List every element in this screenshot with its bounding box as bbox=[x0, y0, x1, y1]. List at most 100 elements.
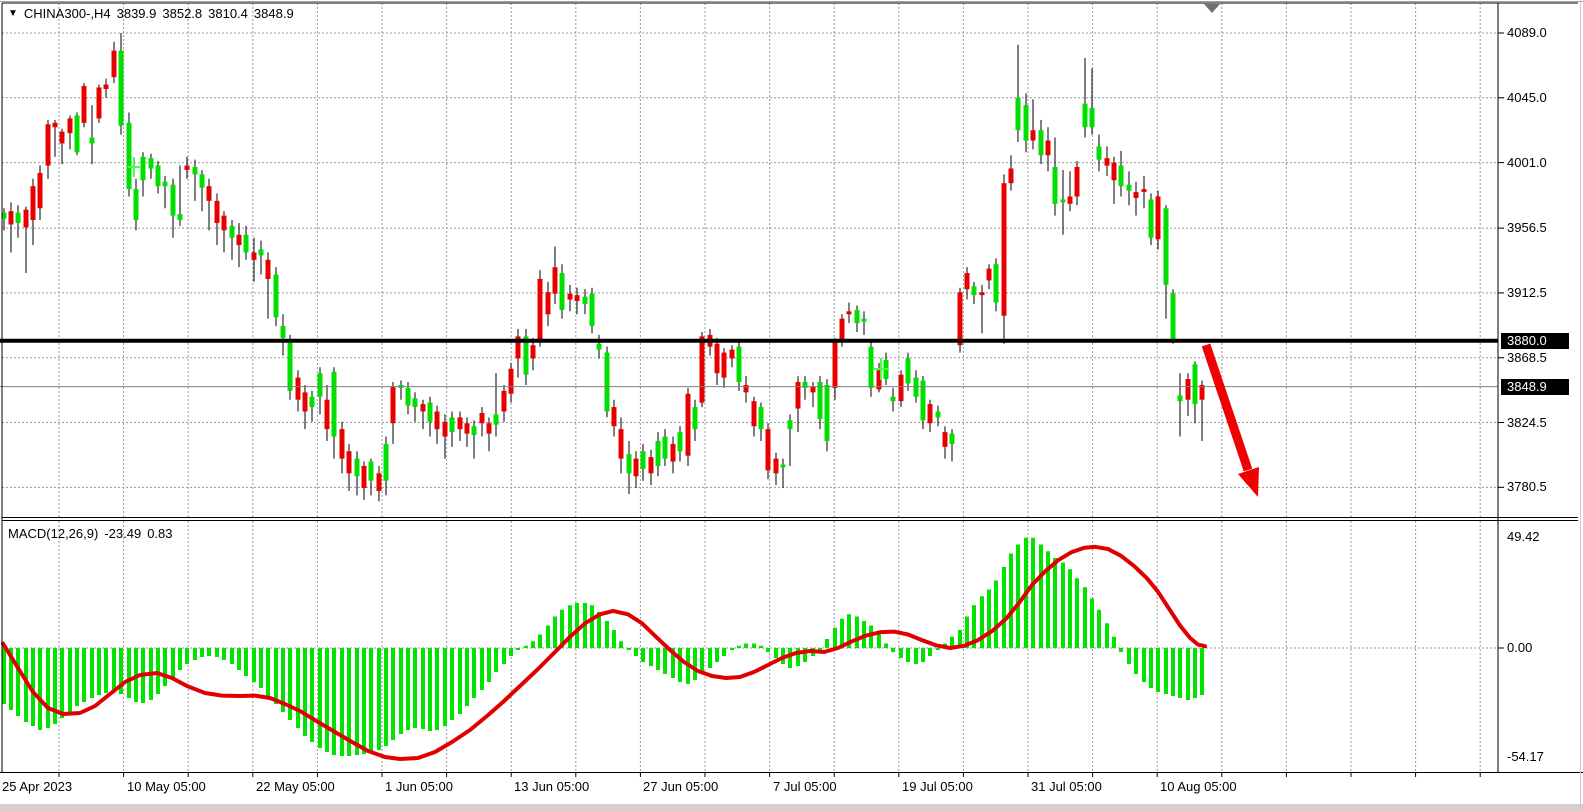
macd-bar bbox=[112, 648, 116, 692]
macd-bar bbox=[200, 648, 204, 657]
macd-bar bbox=[472, 648, 476, 698]
candle-body bbox=[185, 166, 190, 170]
macd-bar bbox=[634, 648, 638, 656]
candle-body bbox=[310, 397, 315, 407]
candle-body bbox=[1097, 146, 1102, 159]
macd-bar bbox=[1142, 648, 1146, 682]
candle-body bbox=[1083, 104, 1088, 128]
candle-body bbox=[193, 167, 198, 174]
candle-body bbox=[1156, 196, 1161, 239]
chart-window: ▼ CHINA300-,H4 3839.9 3852.8 3810.4 3848… bbox=[0, 0, 1583, 811]
candle-body bbox=[641, 451, 646, 469]
candle-body bbox=[686, 394, 691, 456]
candle-body bbox=[788, 420, 793, 429]
macd-bar bbox=[1119, 648, 1123, 652]
candle-body bbox=[24, 210, 29, 228]
macd-bar bbox=[384, 648, 388, 746]
candle-body bbox=[1075, 167, 1080, 196]
candle-body bbox=[60, 132, 65, 144]
candle-body bbox=[965, 273, 970, 289]
candle-body bbox=[936, 411, 941, 417]
candle-body bbox=[987, 269, 992, 281]
symbol-label: CHINA300-,H4 bbox=[24, 6, 111, 21]
candle-body bbox=[237, 235, 242, 245]
candle-body bbox=[119, 51, 124, 126]
candle-body bbox=[435, 411, 440, 429]
macd-bar bbox=[1186, 648, 1190, 700]
macd-bar bbox=[16, 648, 20, 716]
macd-bar bbox=[443, 648, 447, 726]
candle-body bbox=[774, 459, 779, 474]
macd-bar bbox=[906, 648, 910, 662]
ohlc-open: 3839.9 bbox=[117, 6, 157, 21]
candle-body bbox=[906, 358, 911, 383]
candle-body bbox=[1149, 199, 1154, 237]
candle-body bbox=[443, 422, 448, 437]
macd-bar bbox=[891, 648, 895, 652]
macd-bar bbox=[332, 648, 336, 755]
candle-body bbox=[950, 434, 955, 444]
macd-bar bbox=[1053, 558, 1057, 648]
macd-bar bbox=[465, 648, 469, 706]
macd-bar bbox=[605, 621, 609, 648]
candle-body bbox=[612, 407, 617, 426]
macd-bar bbox=[193, 648, 197, 660]
candle-body bbox=[1068, 196, 1073, 203]
candle-body bbox=[1171, 294, 1176, 341]
candle-body bbox=[156, 166, 161, 187]
candle-body bbox=[737, 347, 742, 382]
macd-bar bbox=[230, 648, 234, 664]
macd-bar bbox=[296, 648, 300, 728]
candle-body bbox=[494, 414, 499, 424]
macd-bar bbox=[413, 648, 417, 728]
macd-bar bbox=[75, 648, 79, 706]
candle-body bbox=[634, 459, 639, 477]
candle-body bbox=[766, 429, 771, 470]
candle-body bbox=[575, 295, 580, 301]
candle-body bbox=[818, 382, 823, 419]
macd-bar bbox=[987, 590, 991, 649]
candle-body bbox=[656, 441, 661, 466]
macd-bar bbox=[362, 648, 366, 754]
candle-body bbox=[244, 235, 249, 253]
candle-body bbox=[833, 342, 838, 388]
macd-bar bbox=[127, 648, 131, 698]
macd-bar bbox=[766, 648, 770, 652]
candle-body bbox=[1193, 364, 1198, 404]
candle-body bbox=[97, 87, 102, 118]
macd-bar bbox=[994, 581, 998, 649]
candle-body bbox=[1039, 130, 1044, 155]
macd-bar bbox=[590, 605, 594, 648]
candle-body bbox=[215, 201, 220, 223]
candle-body bbox=[531, 345, 536, 358]
candle-body bbox=[406, 388, 411, 406]
candle-body bbox=[450, 417, 455, 432]
macd-bar bbox=[480, 648, 484, 690]
indicator-label: MACD(12,26,9) -23.49 0.83 bbox=[8, 526, 173, 541]
macd-bar bbox=[178, 648, 182, 670]
macd-bar bbox=[1039, 545, 1043, 649]
candle-body bbox=[46, 124, 51, 165]
macd-bar bbox=[60, 648, 64, 718]
candle-body bbox=[90, 138, 95, 144]
candle-body bbox=[994, 264, 999, 302]
candle-body bbox=[1024, 105, 1029, 140]
macd-bar bbox=[487, 648, 491, 682]
macd-bar bbox=[715, 648, 719, 662]
candle-body bbox=[149, 158, 154, 168]
indicator-signal-value: 0.83 bbox=[147, 526, 172, 541]
candle-body bbox=[663, 437, 668, 459]
macd-bar bbox=[1068, 569, 1072, 648]
macd-bar bbox=[693, 648, 697, 680]
macd-bar bbox=[524, 646, 528, 648]
macd-bar bbox=[252, 648, 256, 682]
candle-body bbox=[1016, 98, 1021, 130]
price-chart-canvas[interactable] bbox=[0, 0, 1583, 811]
candle-body bbox=[259, 249, 264, 255]
macd-bar bbox=[377, 648, 381, 750]
candle-body bbox=[200, 174, 205, 187]
macd-bar bbox=[678, 648, 682, 682]
macd-bar bbox=[884, 644, 888, 649]
candle-body bbox=[68, 118, 73, 133]
macd-bar bbox=[619, 641, 623, 648]
